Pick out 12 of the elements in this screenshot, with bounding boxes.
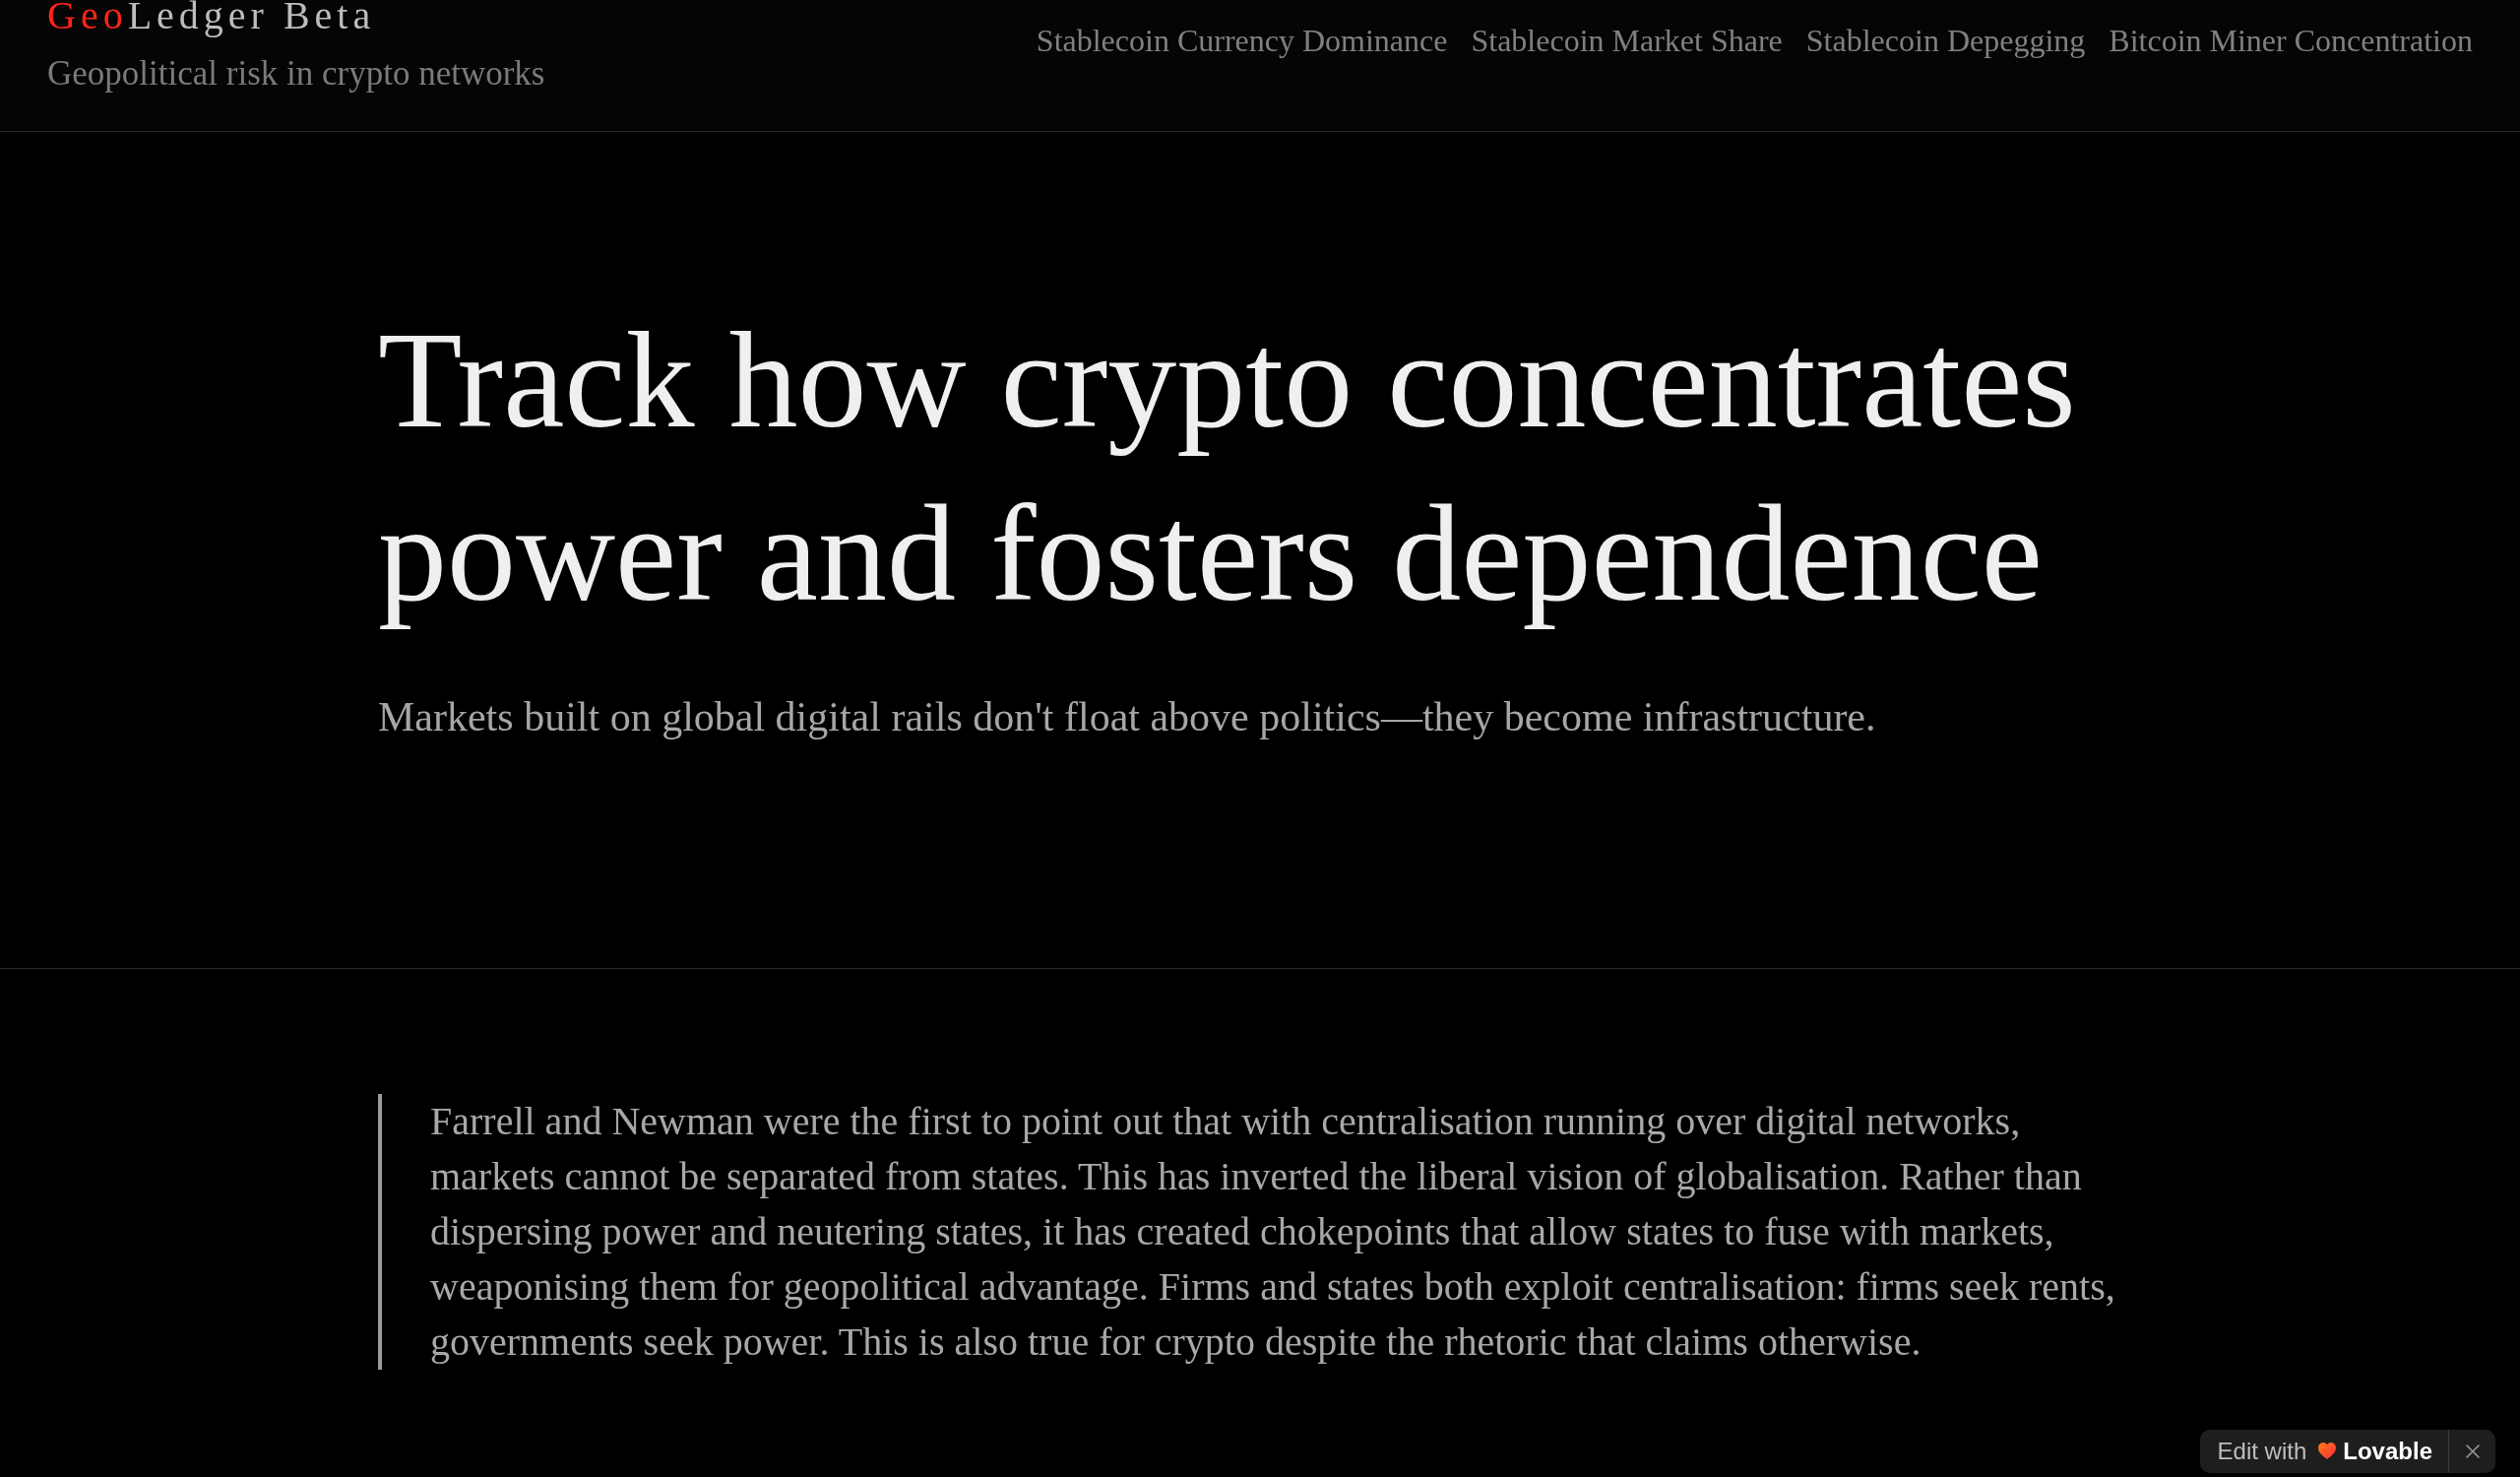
- hero-heading: Track how crypto concentrates power and fosters dependence: [378, 302, 2077, 631]
- close-icon: [2465, 1445, 2480, 1458]
- nav-link[interactable]: Stablecoin Depegging: [1805, 21, 2086, 60]
- heart-icon: [2318, 1443, 2337, 1460]
- hero-subtitle: Markets built on global digital rails don't float above politics—they become infrastructure.: [378, 693, 1877, 741]
- nav-link[interactable]: Stablecoin Currency Dominance: [1036, 21, 1448, 60]
- edit-with-link[interactable]: Edit with Lovable: [2199, 1430, 2448, 1473]
- site-logo[interactable]: GeoLedger Beta: [47, 0, 376, 40]
- nav-link[interactable]: Bitcoin Miner Concentration: [2109, 21, 2473, 60]
- nav-link[interactable]: Stablecoin Market Share: [1471, 21, 1783, 60]
- site-tagline: Geopolitical risk in crypto networks: [47, 54, 545, 94]
- quote-text: Farrell and Newman were the first to point out that with centralisation running over digital networks, markets cannot be separated from states. This has inverted the liberal vision of globalisation. Rather than dispersing power and neutering states, it has created chokepoints that allow states to fuse with markets, weaponising them for geopolitical advantage. Firms and states both exploit centralisation: firms seek rents, governments seek power. This is also true for crypto despite the rhetoric that claims otherwise.: [378, 1094, 2142, 1370]
